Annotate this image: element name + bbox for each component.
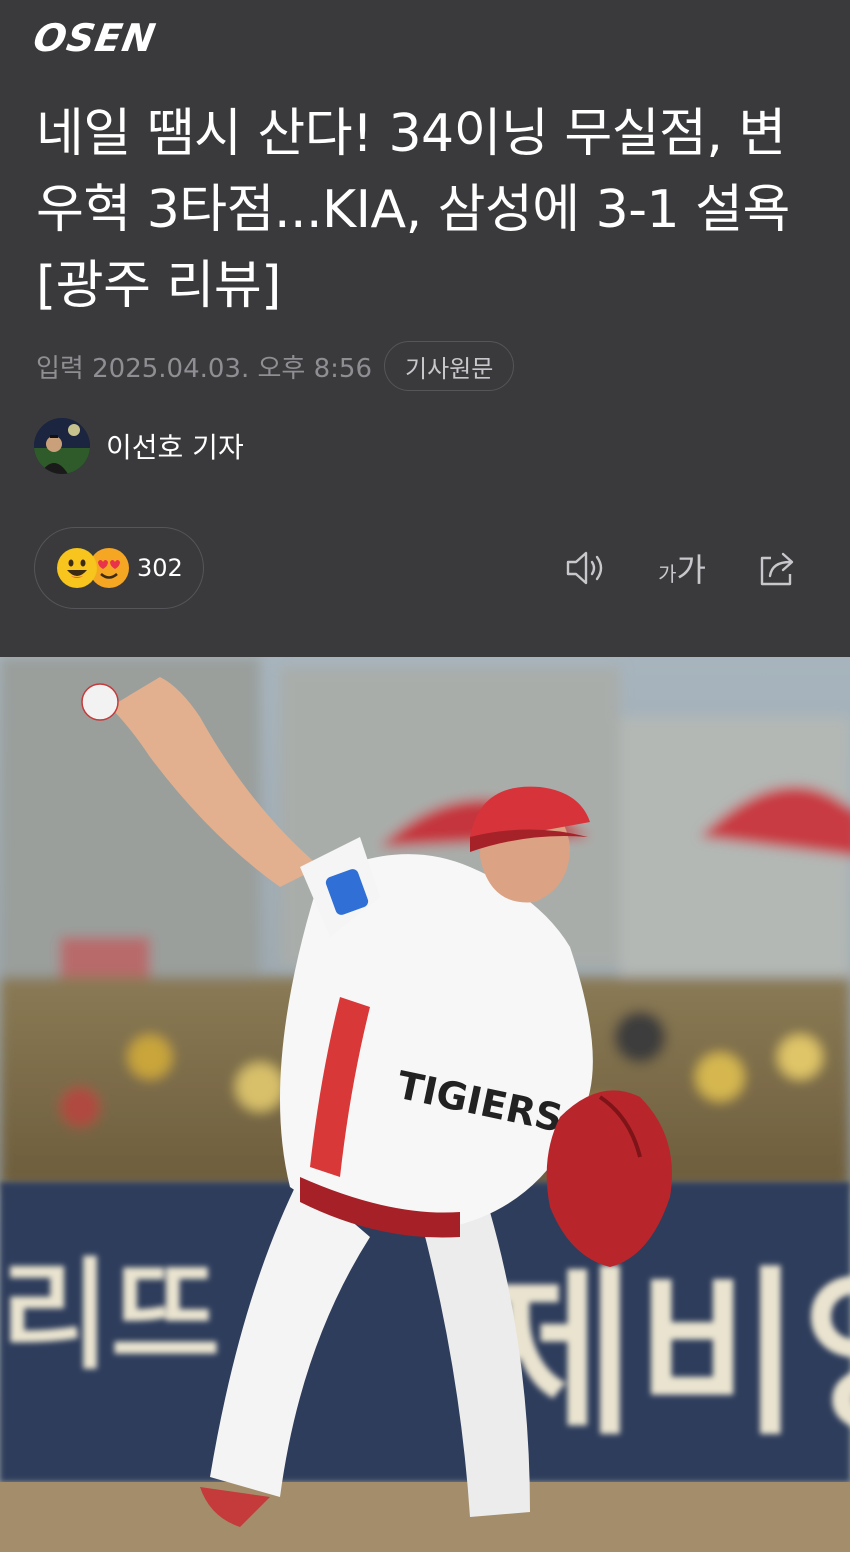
article-photo[interactable]: 리뜨 제비잉 TIGIERS <box>0 657 850 1552</box>
author-name: 이선호 기자 <box>106 431 244 464</box>
publish-date: 입력 2025.04.03. 오후 8:56 <box>36 353 372 384</box>
reaction-button[interactable]: 302 <box>34 527 204 609</box>
article-tools: 가 가 <box>560 540 802 596</box>
original-article-button[interactable]: 기사원문 <box>384 341 515 391</box>
banner-text-left: 리뜨 <box>0 1247 221 1386</box>
reaction-count: 302 <box>137 554 183 582</box>
author-avatar <box>34 418 90 474</box>
speaker-icon[interactable] <box>560 543 610 593</box>
article-meta: 입력 2025.04.03. 오후 8:56 기사원문 <box>36 340 515 392</box>
osen-logo[interactable]: OSEN <box>30 16 159 60</box>
article-header: OSEN 네일 땜시 산다! 34이닝 무실점, 변우혁 3타점...KIA, … <box>0 0 850 657</box>
grinning-face-icon <box>57 548 97 588</box>
author-info[interactable]: 이선호 기자 <box>34 418 244 474</box>
font-size-icon[interactable]: 가 가 <box>652 543 712 593</box>
share-icon[interactable] <box>752 543 802 593</box>
article-title: 네일 땜시 산다! 34이닝 무실점, 변우혁 3타점...KIA, 삼성에 3… <box>36 104 790 316</box>
